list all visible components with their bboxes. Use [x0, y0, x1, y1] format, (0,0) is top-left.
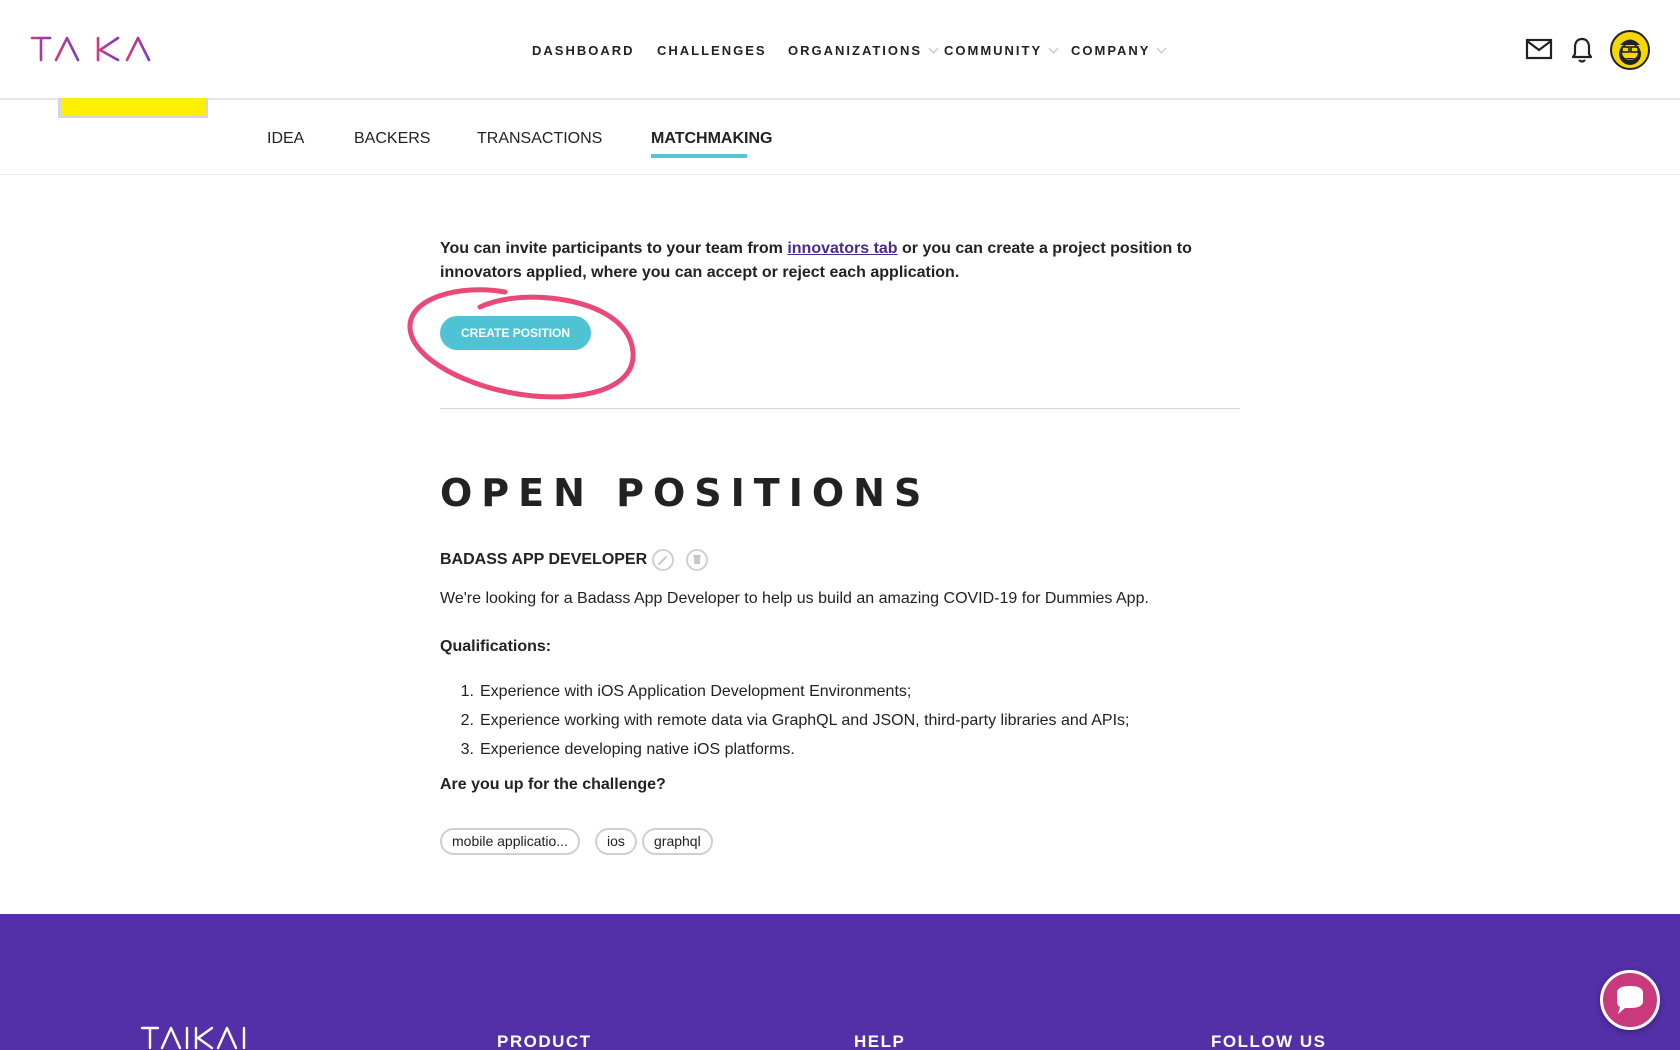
position-description: We're looking for a Badass App Developer…: [440, 590, 1149, 607]
matchmaking-intro: You can invite participants to your team…: [440, 237, 1240, 285]
trash-icon: [693, 555, 701, 564]
footer-product-heading: PRODUCT: [497, 1032, 592, 1050]
project-tabs: IDEA BACKERS TRANSACTIONS MATCHMAKING: [0, 100, 1680, 175]
delete-icon[interactable]: [686, 549, 708, 571]
skill-tag[interactable]: graphql: [642, 828, 713, 855]
tab-matchmaking[interactable]: MATCHMAKING: [651, 129, 772, 149]
nav-organizations-label: ORGANIZATIONS: [788, 43, 923, 58]
innovators-tab-link[interactable]: innovators tab: [787, 240, 897, 257]
nav-organizations[interactable]: ORGANIZATIONS: [788, 43, 939, 59]
section-divider: [440, 408, 1240, 409]
position-title: BADASS APP DEVELOPER: [440, 551, 648, 568]
challenge-text: Are you up for the challenge?: [440, 776, 666, 793]
nav-dashboard[interactable]: DASHBOARD: [532, 43, 635, 59]
qualifications-list: 1. Experience with iOS Application Develo…: [440, 677, 1130, 764]
list-item: 2. Experience working with remote data vi…: [440, 706, 1130, 735]
skill-tag[interactable]: ios: [595, 828, 637, 855]
chat-button[interactable]: [1600, 970, 1660, 1030]
annotation-circle: [407, 287, 636, 400]
list-item: 3. Experience developing native iOS platf…: [440, 735, 1129, 764]
main-nav: DASHBOARD CHALLENGES ORGANIZATIONS COMMU…: [0, 43, 1680, 59]
nav-challenges[interactable]: CHALLENGES: [657, 43, 767, 59]
tab-transactions[interactable]: TRANSACTIONS: [477, 129, 602, 149]
avatar-face-icon: [1619, 39, 1641, 65]
list-item-text: Experience working with remote data via …: [480, 712, 1130, 729]
active-tab-indicator: [651, 154, 747, 158]
nav-company-label: COMPANY: [1071, 43, 1151, 58]
intro-text-start: You can invite participants to your team…: [440, 240, 788, 257]
list-item: 1. Experience with iOS Application Develo…: [440, 677, 1129, 706]
tab-backers[interactable]: BACKERS: [354, 129, 430, 149]
mail-icon[interactable]: [1525, 38, 1553, 60]
list-item-number: 2.: [460, 712, 474, 729]
nav-community-label: COMMUNITY: [944, 43, 1043, 58]
top-navbar: DASHBOARD CHALLENGES ORGANIZATIONS COMMU…: [0, 0, 1680, 100]
nav-company[interactable]: COMPANY: [1071, 43, 1167, 59]
nav-community[interactable]: COMMUNITY: [944, 43, 1059, 59]
footer-help-heading: HELP: [854, 1032, 906, 1050]
tab-idea[interactable]: IDEA: [267, 129, 304, 149]
list-item-number: 3.: [460, 741, 474, 758]
avatar[interactable]: [1610, 30, 1650, 70]
footer-follow-heading: FOLLOW US: [1211, 1032, 1327, 1050]
chevron-down-icon: [928, 43, 939, 54]
pencil-icon: [658, 556, 667, 565]
list-item-number: 1.: [460, 683, 474, 700]
chevron-down-icon: [1048, 43, 1059, 54]
footer-taikai-logo[interactable]: [140, 1024, 260, 1050]
edit-icon[interactable]: [652, 549, 674, 571]
open-positions-heading: OPEN POSITIONS: [440, 471, 931, 515]
chevron-down-icon: [1157, 43, 1167, 54]
skill-tag[interactable]: mobile applicatio...: [440, 828, 580, 855]
qualifications-heading: Qualifications:: [440, 638, 552, 655]
chat-bubble-icon: [1617, 986, 1643, 1014]
list-item-text: Experience developing native iOS platfor…: [480, 741, 795, 758]
bell-icon[interactable]: [1571, 36, 1593, 64]
list-item-text: Experience with iOS Application Developm…: [480, 683, 912, 700]
